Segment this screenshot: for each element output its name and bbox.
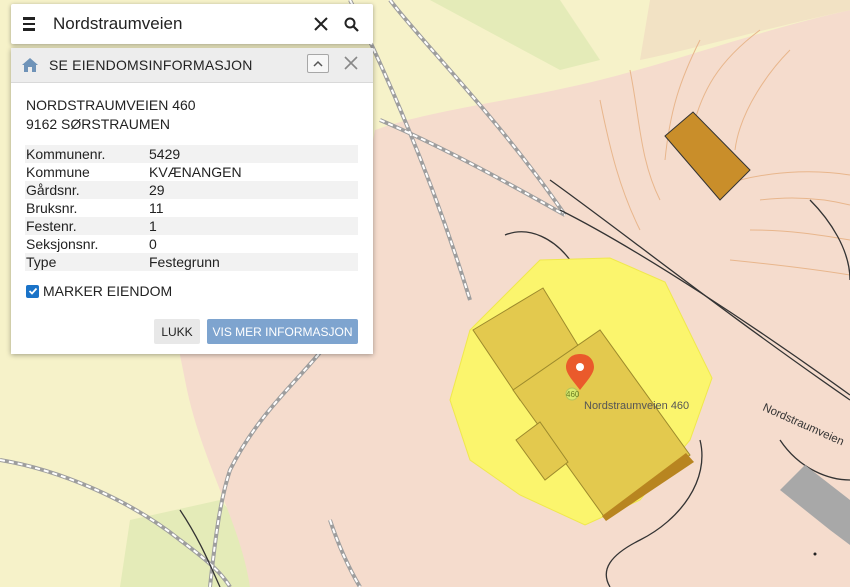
more-info-button[interactable]: VIS MER INFORMASJON: [207, 319, 358, 344]
home-icon: [22, 58, 38, 72]
property-value: KVÆNANGEN: [149, 164, 242, 180]
search-icon[interactable]: [337, 10, 365, 38]
property-table: Kommunenr. 5429 Kommune KVÆNANGEN Gårdsnr.…: [25, 145, 358, 271]
table-row: Seksjonsnr. 0: [25, 235, 358, 253]
table-row: Festenr. 1: [25, 217, 358, 235]
property-value: 29: [148, 181, 358, 199]
house-number: 460: [566, 390, 580, 399]
panel-header: SE EIENDOMSINFORMASJON: [11, 48, 373, 83]
address-line-street: NORDSTRAUMVEIEN 460: [26, 97, 196, 113]
hamburger-menu-icon[interactable]: [23, 17, 49, 31]
property-value: 1: [148, 217, 358, 235]
property-key: Seksjonsnr.: [26, 236, 99, 252]
chevron-up-icon: [313, 60, 323, 67]
property-value: 5429: [148, 145, 358, 163]
property-address: NORDSTRAUMVEIEN 460 9162 SØRSTRAUMEN: [26, 96, 373, 134]
map-point: [813, 552, 817, 556]
property-key: Kommune: [26, 164, 90, 180]
table-row: Gårdsnr. 29: [25, 181, 358, 199]
clear-search-icon[interactable]: [307, 10, 335, 38]
close-icon[interactable]: [343, 55, 359, 71]
mark-property-label: MARKER EIENDOM: [43, 283, 173, 299]
property-key: Type: [25, 253, 148, 271]
panel-title: SE EIENDOMSINFORMASJON: [49, 57, 253, 73]
property-info-panel: SE EIENDOMSINFORMASJON NORDSTRAUMVEIEN 4…: [11, 48, 373, 354]
collapse-button[interactable]: [307, 54, 329, 73]
property-key: Festenr.: [25, 217, 148, 235]
table-row: Bruksnr. 11: [25, 199, 358, 217]
checkmark-icon: [28, 287, 37, 295]
close-button[interactable]: LUKK: [154, 319, 200, 344]
table-row: Kommunenr. 5429: [25, 145, 358, 163]
property-key: Kommunenr.: [25, 145, 148, 163]
search-bar: [11, 4, 373, 44]
address-line-postal: 9162 SØRSTRAUMEN: [26, 116, 170, 132]
property-value: 0: [149, 236, 157, 252]
search-input[interactable]: [49, 14, 307, 34]
table-row: Kommune KVÆNANGEN: [25, 163, 358, 181]
property-value: 11: [149, 200, 164, 216]
address-label: Nordstraumveien 460: [584, 400, 689, 412]
mark-property-toggle[interactable]: MARKER EIENDOM: [26, 283, 172, 299]
table-row: Type Festegrunn: [25, 253, 358, 271]
mark-property-checkbox[interactable]: [26, 284, 39, 298]
property-key: Gårdsnr.: [25, 181, 148, 199]
property-value: Festegrunn: [148, 253, 358, 271]
property-key: Bruksnr.: [26, 200, 78, 216]
